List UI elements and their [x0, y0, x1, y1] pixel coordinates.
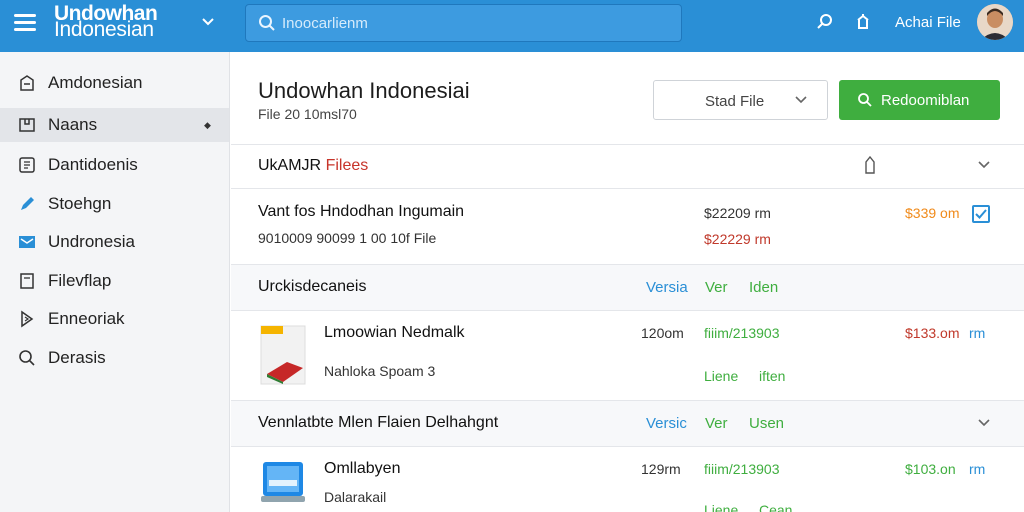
avatar[interactable]	[977, 4, 1013, 40]
menu-icon[interactable]	[14, 14, 36, 32]
item-subtitle: Nahloka Spoam 3	[324, 363, 436, 379]
column-header-ver[interactable]: Ver	[705, 415, 728, 432]
sidebar-item-enneoriak[interactable]: Enneoriak	[0, 302, 229, 336]
item-size: 120om	[641, 325, 684, 341]
pin-icon[interactable]	[863, 156, 877, 174]
primary-action-button[interactable]: Redoomiblan	[839, 80, 1000, 120]
item-price: $22209 rm	[704, 205, 771, 221]
column-header-version[interactable]: Versia	[646, 279, 688, 296]
notification-icon[interactable]	[853, 12, 873, 32]
section-title[interactable]: Urckisdecaneis	[258, 278, 366, 296]
top-bar: Undowhan Indonesian Achai File	[0, 0, 1024, 52]
section-header-files[interactable]: UkAMJR Filees	[258, 157, 368, 175]
divider	[231, 446, 1024, 447]
search-icon[interactable]	[815, 12, 835, 32]
item-name: Vant fos Hndodhan Ingumain	[258, 203, 465, 220]
book-thumbnail-icon	[260, 325, 306, 385]
sidebar-item-label: Enneoriak	[48, 309, 125, 328]
sidebar-item-label: Undronesia	[48, 232, 135, 251]
item-name: Lmoowian Nedmalk	[324, 324, 465, 341]
sidebar-item-label: Stoehgn	[48, 194, 112, 213]
user-name[interactable]: Achai File	[895, 14, 961, 31]
sidebar-item-naans[interactable]: Naans ◆	[0, 108, 229, 142]
edit-icon	[21, 310, 34, 328]
sidebar-item-dantidoenis[interactable]: Dantidoenis	[0, 148, 229, 182]
tag-icon	[19, 118, 35, 132]
item-price-highlight: $339 om	[905, 205, 960, 221]
file-icon	[20, 273, 34, 289]
item-price: $103.on	[905, 461, 956, 477]
box-icon	[19, 157, 35, 173]
item-size: 129rm	[641, 461, 681, 477]
column-header-version[interactable]: Versic	[646, 415, 687, 432]
laptop-thumbnail-icon	[261, 462, 305, 502]
page-title: Undowhan Indonesiai	[258, 78, 470, 103]
sidebar: Amdonesian Naans ◆ Dantidoenis Stoehgn U…	[0, 52, 230, 512]
mail-icon	[19, 236, 35, 248]
sidebar-item-stoehgn[interactable]: Stoehgn	[0, 187, 229, 221]
item-tag: iften	[759, 368, 786, 384]
check-icon	[975, 209, 987, 219]
section-title: UkAMJR	[258, 157, 326, 174]
search-input[interactable]	[282, 11, 662, 35]
sidebar-item-undronesia[interactable]: Undronesia	[0, 225, 229, 259]
item-price-unit: rm	[969, 325, 986, 341]
sidebar-item-amdonesian[interactable]: Amdonesian	[0, 66, 229, 100]
chevron-down-icon[interactable]	[977, 158, 991, 172]
item-price-secondary: $22229 rm	[704, 231, 771, 247]
item-subtitle: Dalarakail	[324, 489, 387, 505]
section-title[interactable]: Vennlatbte Mlen Flaien Delhahgnt	[258, 414, 498, 432]
avatar-image	[977, 4, 1013, 40]
column-header-user[interactable]: Usen	[749, 415, 784, 432]
brand-icon	[20, 75, 34, 91]
brand-line2: Indonesian	[54, 18, 154, 41]
sidebar-item-label: Derasis	[48, 348, 106, 367]
item-tag: Liene	[704, 502, 739, 512]
item-tag: Liene	[704, 368, 739, 384]
sidebar-item-label: Dantidoenis	[48, 155, 138, 174]
sidebar-item-label: Amdonesian	[48, 73, 143, 92]
search-icon	[259, 15, 275, 31]
chevron-down-icon[interactable]	[200, 14, 216, 30]
page-subtitle: File 20 10msl70	[258, 106, 357, 122]
chevron-down-icon[interactable]	[977, 416, 991, 430]
divider	[231, 310, 1024, 311]
column-header-id[interactable]: Iden	[749, 279, 778, 296]
divider	[231, 144, 1024, 145]
sidebar-item-label: Filevflap	[48, 271, 112, 290]
chevron-down-icon	[795, 96, 807, 104]
search-icon	[19, 350, 35, 366]
main-content: Undowhan Indonesiai File 20 10msl70 Stad…	[231, 52, 1024, 512]
item-price-unit: rm	[969, 461, 986, 477]
primary-action-label: Redoomiblan	[881, 92, 970, 109]
file-select-dropdown[interactable]: Stad File	[653, 80, 828, 120]
item-price: $133.om	[905, 325, 960, 341]
sidebar-item-derasis[interactable]: Derasis	[0, 341, 229, 375]
column-header-ver[interactable]: Ver	[705, 279, 728, 296]
row-checkbox[interactable]	[972, 205, 990, 223]
sidebar-item-filevflap[interactable]: Filevflap	[0, 264, 229, 298]
sidebar-item-label: Naans	[48, 115, 98, 134]
search-icon	[858, 93, 872, 107]
item-name: Omllabyen	[324, 460, 401, 477]
search-box	[245, 4, 682, 42]
file-select-label: Stad File	[705, 93, 765, 110]
divider	[231, 188, 1024, 189]
section-title-highlight: Filees	[325, 157, 369, 174]
pen-icon	[21, 197, 34, 210]
expand-indicator-icon: ◆	[204, 119, 211, 130]
brand[interactable]: Undowhan Indonesian	[54, 3, 158, 41]
item-version: fiiim/213903	[704, 325, 780, 341]
item-meta: 9010009 90099 1 00 10f File	[258, 230, 437, 246]
item-version: fiiim/213903	[704, 461, 780, 477]
item-tag: Cean	[759, 502, 793, 512]
